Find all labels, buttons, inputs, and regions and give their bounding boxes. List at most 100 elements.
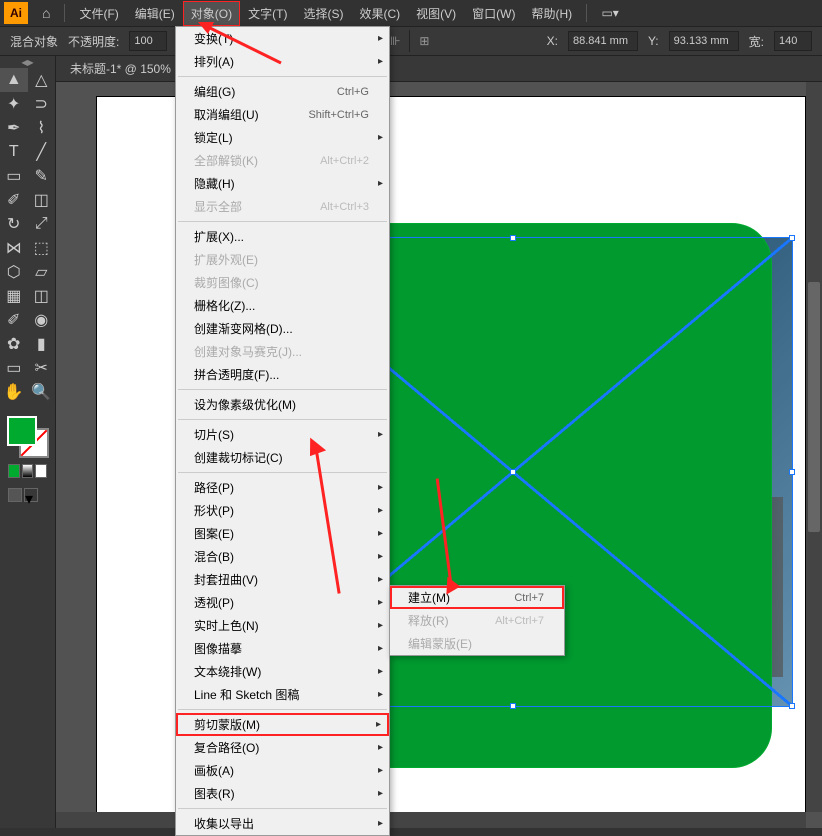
menu-item[interactable]: 图案(E)	[176, 522, 389, 545]
line-tool[interactable]: ╱	[28, 140, 56, 164]
transform-icon[interactable]: ⊞	[414, 31, 434, 51]
menu-item[interactable]: 复合路径(O)	[176, 736, 389, 759]
vertical-scrollbar[interactable]	[806, 82, 822, 812]
menu-item[interactable]: 创建渐变网格(D)...	[176, 317, 389, 340]
workspace-switcher-icon[interactable]: ▭▾	[599, 4, 621, 22]
scale-tool[interactable]: ⤢	[28, 212, 56, 236]
color-mode-icon[interactable]	[8, 464, 20, 478]
gradient-mode-icon[interactable]	[22, 464, 34, 478]
menu-item[interactable]: 创建裁切标记(C)	[176, 446, 389, 469]
menu-窗口[interactable]: 窗口(W)	[464, 1, 523, 26]
opacity-input[interactable]	[129, 31, 167, 51]
draw-mode-icon[interactable]: ▾	[24, 488, 38, 502]
menu-item: 创建对象马赛克(J)...	[176, 340, 389, 363]
menu-item[interactable]: 图像描摹	[176, 637, 389, 660]
pen-tool[interactable]: ✒	[0, 116, 28, 140]
submenu-item[interactable]: 建立(M)Ctrl+7	[390, 586, 564, 609]
menu-item[interactable]: 剪切蒙版(M)	[176, 713, 389, 736]
w-label: 宽:	[749, 33, 764, 50]
w-input[interactable]	[774, 31, 812, 51]
menu-选择[interactable]: 选择(S)	[295, 1, 351, 26]
rectangle-tool[interactable]: ▭	[0, 164, 28, 188]
menu-效果[interactable]: 效果(C)	[351, 1, 408, 26]
menu-item[interactable]: Line 和 Sketch 图稿	[176, 683, 389, 706]
none-mode-icon[interactable]	[35, 464, 47, 478]
graph-tool[interactable]: ▮	[28, 332, 56, 356]
menu-文件[interactable]: 文件(F)	[71, 1, 126, 26]
canvas-viewport[interactable]	[56, 82, 822, 828]
menu-item[interactable]: 隐藏(H)	[176, 172, 389, 195]
menu-item[interactable]: 变换(T)	[176, 27, 389, 50]
type-tool[interactable]: T	[0, 140, 28, 164]
brush-tool[interactable]: ✎	[28, 164, 56, 188]
menu-视图[interactable]: 视图(V)	[408, 1, 464, 26]
rotate-tool[interactable]: ↻	[0, 212, 28, 236]
menu-item[interactable]: 拼合透明度(F)...	[176, 363, 389, 386]
document-tab[interactable]: 未标题-1* @ 150%	[56, 56, 822, 82]
perspective-tool[interactable]: ▱	[28, 260, 56, 284]
curvature-tool[interactable]: ⌇	[28, 116, 56, 140]
toolbox: ◀▶ ▲△ ✦⊃ ✒⌇ T╱ ▭✎ ✐◫ ↻⤢ ⋈⬚ ⬡▱ ▦◫ ✐◉ ✿▮ ▭…	[0, 56, 56, 828]
opacity-label: 不透明度:	[68, 33, 119, 50]
menu-item[interactable]: 文本绕排(W)	[176, 660, 389, 683]
selection-tool[interactable]: ▲	[0, 68, 28, 92]
menu-item[interactable]: 透视(P)	[176, 591, 389, 614]
menu-item[interactable]: 收集以导出	[176, 812, 389, 835]
menu-帮助[interactable]: 帮助(H)	[523, 1, 580, 26]
menu-编辑[interactable]: 编辑(E)	[127, 1, 183, 26]
menu-item[interactable]: 实时上色(N)	[176, 614, 389, 637]
toolbox-toggle-icon[interactable]: ◀▶	[0, 58, 55, 68]
menu-item[interactable]: 路径(P)	[176, 476, 389, 499]
menu-item: 全部解锁(K)Alt+Ctrl+2	[176, 149, 389, 172]
magic-wand-tool[interactable]: ✦	[0, 92, 28, 116]
menu-item[interactable]: 锁定(L)	[176, 126, 389, 149]
menu-item[interactable]: 编组(G)Ctrl+G	[176, 80, 389, 103]
shape-builder-tool[interactable]: ⬡	[0, 260, 28, 284]
menu-item[interactable]: 扩展(X)...	[176, 225, 389, 248]
y-input[interactable]	[669, 31, 739, 51]
clipping-mask-submenu: 建立(M)Ctrl+7释放(R)Alt+Ctrl+7编辑蒙版(E)	[389, 585, 565, 656]
eyedropper-tool[interactable]: ✐	[0, 308, 28, 332]
slice-tool[interactable]: ✂	[28, 356, 56, 380]
eraser-tool[interactable]: ◫	[28, 188, 56, 212]
fill-swatch[interactable]	[7, 416, 37, 446]
menubar: Ai ⌂ 文件(F)编辑(E)对象(O)文字(T)选择(S)效果(C)视图(V)…	[0, 0, 822, 26]
width-tool[interactable]: ⋈	[0, 236, 28, 260]
submenu-item: 释放(R)Alt+Ctrl+7	[390, 609, 564, 632]
x-input[interactable]	[568, 31, 638, 51]
menu-item: 显示全部Alt+Ctrl+3	[176, 195, 389, 218]
free-transform-tool[interactable]: ⬚	[28, 236, 56, 260]
hand-tool[interactable]: ✋	[0, 380, 28, 404]
gradient-tool[interactable]: ◫	[28, 284, 56, 308]
menu-item[interactable]: 形状(P)	[176, 499, 389, 522]
symbol-tool[interactable]: ✿	[0, 332, 28, 356]
x-label: X:	[547, 34, 558, 48]
menu-item[interactable]: 混合(B)	[176, 545, 389, 568]
submenu-item: 编辑蒙版(E)	[390, 632, 564, 655]
menu-item[interactable]: 封套扭曲(V)	[176, 568, 389, 591]
y-label: Y:	[648, 34, 659, 48]
menu-item[interactable]: 栅格化(Z)...	[176, 294, 389, 317]
menu-item[interactable]: 画板(A)	[176, 759, 389, 782]
zoom-tool[interactable]: 🔍	[28, 380, 56, 404]
shaper-tool[interactable]: ✐	[0, 188, 28, 212]
menu-item[interactable]: 切片(S)	[176, 423, 389, 446]
menu-item: 扩展外观(E)	[176, 248, 389, 271]
menu-item[interactable]: 取消编组(U)Shift+Ctrl+G	[176, 103, 389, 126]
horizontal-scrollbar[interactable]	[56, 812, 806, 828]
blend-tool[interactable]: ◉	[28, 308, 56, 332]
menu-文字[interactable]: 文字(T)	[240, 1, 295, 26]
lasso-tool[interactable]: ⊃	[28, 92, 56, 116]
menu-item[interactable]: 排列(A)	[176, 50, 389, 73]
screen-mode-icon[interactable]	[8, 488, 22, 502]
menu-item[interactable]: 图表(R)	[176, 782, 389, 805]
fill-stroke-swatch[interactable]	[7, 416, 49, 458]
home-icon[interactable]: ⌂	[42, 5, 50, 21]
menu-item[interactable]: 设为像素级优化(M)	[176, 393, 389, 416]
control-bar: 混合对象 不透明度: ▥ ▦ ▧ ▤ ▥ ▦ ⊪ ⊪ ⊪ ⊞ X: Y: 宽:	[0, 26, 822, 56]
menu-对象[interactable]: 对象(O)	[183, 1, 240, 26]
artboard-tool[interactable]: ▭	[0, 356, 28, 380]
mesh-tool[interactable]: ▦	[0, 284, 28, 308]
object-menu-dropdown: 变换(T)排列(A) 编组(G)Ctrl+G取消编组(U)Shift+Ctrl+G…	[175, 26, 390, 836]
direct-select-tool[interactable]: △	[28, 68, 56, 92]
